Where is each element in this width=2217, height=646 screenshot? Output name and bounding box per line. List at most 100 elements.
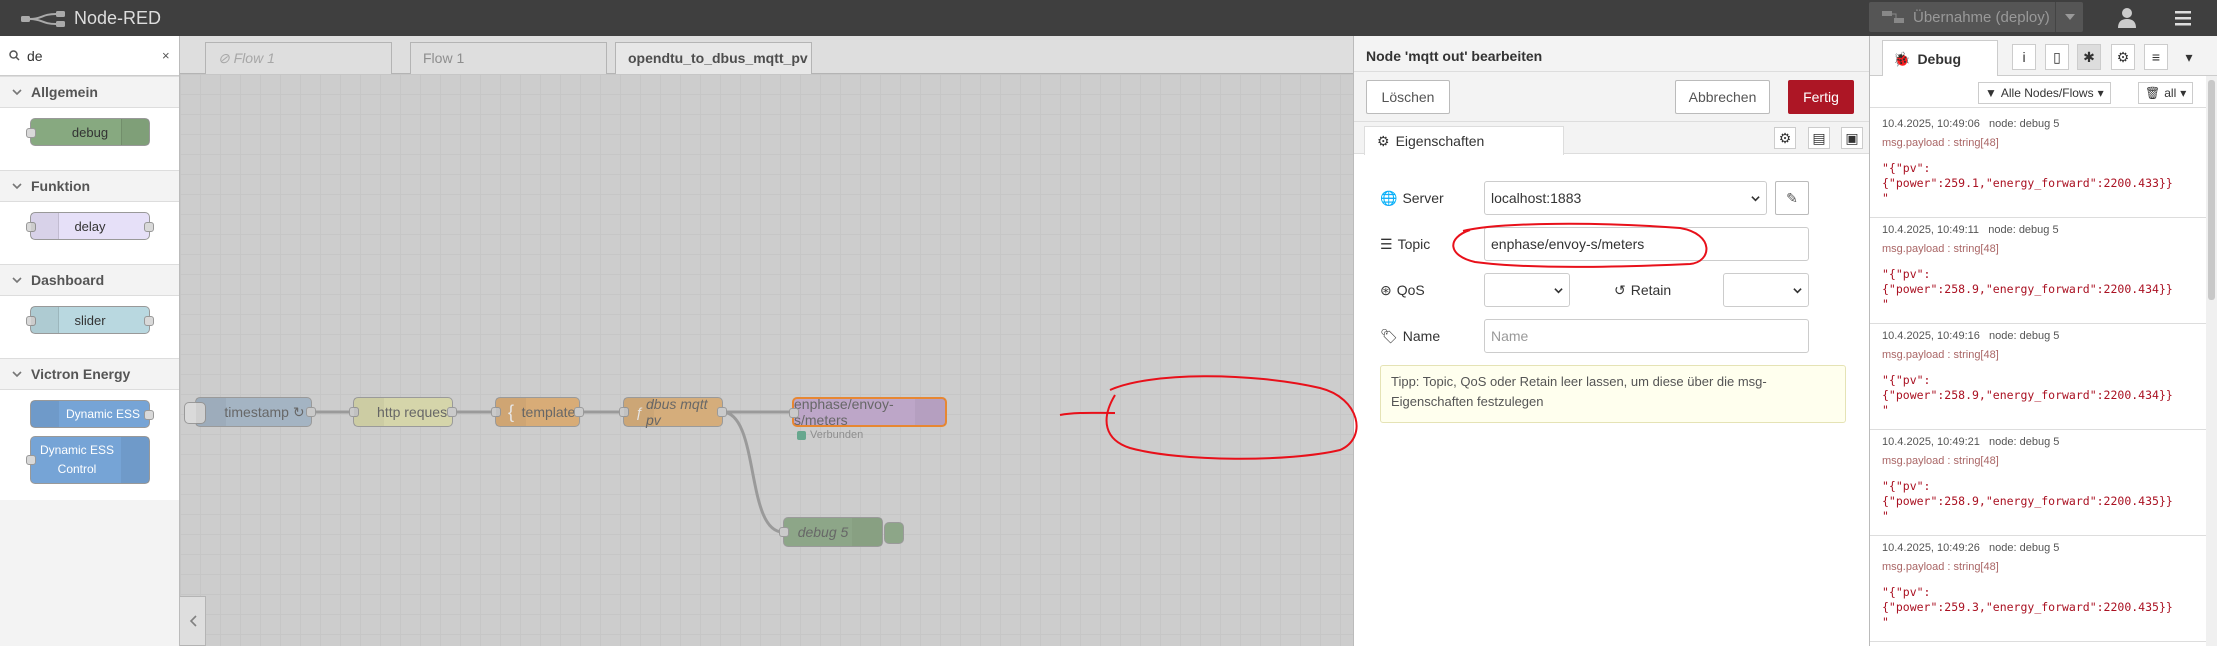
category-victron-energy[interactable]: Victron Energy (0, 358, 179, 390)
cancel-button[interactable]: Abbrechen (1675, 80, 1770, 114)
settings-tab-gear-icon[interactable]: ⚙ (1774, 127, 1796, 149)
delete-button[interactable]: Löschen (1366, 80, 1450, 114)
debug-message: 10.4.2025, 10:49:16 node: debug 5 msg.pay… (1870, 324, 2210, 430)
victron-icon (31, 401, 59, 427)
clear-label: all (2164, 86, 2177, 100)
deploy-label: Übernahme (deploy) (1913, 8, 2050, 26)
filter-button[interactable]: ▼ Alle Nodes/Flows ▾ (1978, 82, 2111, 104)
context-data-icon[interactable]: ≡ (2144, 44, 2168, 70)
caret-down-icon: ▾ (2097, 86, 2104, 100)
app-header: Node-RED Übernahme (deploy) (0, 0, 2217, 36)
message-payload[interactable]: "{"pv": {"power":258.9,"energy_forward":… (1882, 267, 2202, 312)
clear-messages-button[interactable]: 🗑 all ▾ (2138, 82, 2194, 104)
caret-down-icon (2064, 14, 2075, 20)
message-payload[interactable]: "{"pv": {"power":258.9,"energy_forward":… (1882, 373, 2202, 418)
edit-server-button[interactable]: ✎ (1775, 181, 1809, 215)
edit-overlay (180, 36, 1353, 646)
debug-bug-icon[interactable]: ✱ (2077, 44, 2101, 70)
palette-node-label: Dynamic ESS Control (39, 443, 115, 476)
main-menu-icon[interactable] (2168, 6, 2198, 30)
message-node[interactable]: node: debug 5 (1989, 330, 2059, 342)
palette-node-delay[interactable]: delay (26, 212, 154, 240)
topic-label: Topic (1397, 236, 1431, 252)
input-port (26, 455, 36, 465)
info-icon[interactable]: i (2012, 44, 2036, 70)
name-row: 🏷 Name (1380, 319, 1440, 353)
message-node[interactable]: node: debug 5 (1989, 436, 2059, 448)
server-label: Server (1402, 190, 1444, 206)
deploy-button[interactable]: Übernahme (deploy) (1869, 2, 2083, 32)
logo: Node-RED (20, 8, 161, 29)
scrollbar-thumb[interactable] (2208, 80, 2215, 300)
chevron-down-icon (12, 371, 22, 378)
tag-icon: 🏷 (1380, 327, 1398, 344)
tab-properties[interactable]: ⚙ Eigenschaften (1364, 126, 1564, 155)
name-input[interactable]: Name (1484, 319, 1809, 353)
output-port (144, 410, 154, 420)
message-meta: 10.4.2025, 10:49:06 node: debug 5 (1882, 118, 2202, 130)
message-node[interactable]: node: debug 5 (1989, 542, 2059, 554)
topic-input[interactable]: enphase/envoy-s/meters (1484, 227, 1809, 261)
message-topic: msg.payload : string[48] (1882, 455, 1999, 467)
message-payload[interactable]: "{"pv": {"power":258.9,"energy_forward":… (1882, 479, 2202, 524)
sidebar: 🐞 Debug i ▯ ✱ ⚙ ≡ ▾ ▼ Alle Nodes/Flows ▾ 🗑 a… (1869, 36, 2217, 646)
sidebar-scrollbar[interactable] (2206, 76, 2217, 646)
message-meta: 10.4.2025, 10:49:11 node: debug 5 (1882, 224, 2202, 236)
tasks-icon: ☰ (1380, 235, 1393, 252)
server-select[interactable]: localhost:1883 (1484, 181, 1767, 215)
bug-icon: 🐞 (1893, 50, 1911, 67)
node-palette: de × Allgemein debug Funktion delay Dash… (0, 36, 180, 646)
deploy-menu-button[interactable] (2055, 2, 2083, 32)
category-allgemein[interactable]: Allgemein (0, 76, 179, 108)
tray-title: Node 'mqtt out' bearbeiten (1354, 36, 1869, 72)
appearance-tab-icon[interactable]: ▣ (1841, 127, 1863, 149)
category-dashboard[interactable]: Dashboard (0, 264, 179, 296)
message-topic: msg.payload : string[48] (1882, 137, 1999, 149)
config-gear-icon[interactable]: ⚙ (2111, 44, 2135, 70)
qos-select[interactable] (1484, 273, 1570, 307)
message-time: 10.4.2025, 10:49:16 (1882, 330, 1980, 342)
name-label: Name (1402, 328, 1441, 344)
message-topic: msg.payload : string[48] (1882, 243, 1999, 255)
help-book-icon[interactable]: ▯ (2045, 44, 2069, 70)
message-meta: 10.4.2025, 10:49:16 node: debug 5 (1882, 330, 2202, 342)
topic-row: ☰ Topic (1380, 227, 1430, 261)
filter-icon: ▼ (1985, 86, 1997, 100)
filter-label: Alle Nodes/Flows (2000, 86, 2094, 100)
category-funktion[interactable]: Funktion (0, 170, 179, 202)
message-time: 10.4.2025, 10:49:11 (1882, 224, 1980, 236)
description-tab-doc-icon[interactable]: ▤ (1808, 127, 1830, 149)
palette-node-slider[interactable]: slider (26, 306, 154, 334)
clear-search-button[interactable]: × (162, 48, 170, 63)
palette-node-debug[interactable]: debug (26, 118, 150, 146)
caret-down-icon: ▾ (2180, 86, 2187, 100)
palette-search[interactable]: de × (0, 36, 179, 76)
globe-icon: 🌐 (1380, 189, 1398, 206)
message-time: 10.4.2025, 10:49:26 (1882, 542, 1980, 554)
chevron-down-icon (12, 89, 22, 96)
tab-label: Eigenschaften (1395, 133, 1485, 149)
retain-row: ↺ Retain (1614, 273, 1671, 307)
palette-search-input[interactable]: de (27, 48, 43, 64)
palette-node-dynamic-ess[interactable]: Dynamic ESS (30, 400, 154, 428)
gear-icon: ⚙ (1377, 132, 1390, 149)
message-node[interactable]: node: debug 5 (1989, 118, 2059, 130)
retain-select[interactable] (1723, 273, 1809, 307)
message-payload[interactable]: "{"pv": {"power":259.1,"energy_forward":… (1882, 161, 2202, 206)
tray-toolbar: Löschen Abbrechen Fertig (1354, 72, 1869, 122)
message-node[interactable]: node: debug 5 (1988, 224, 2058, 236)
message-meta: 10.4.2025, 10:49:21 node: debug 5 (1882, 436, 2202, 448)
qos-label: QoS (1396, 282, 1425, 298)
tab-debug[interactable]: 🐞 Debug (1882, 40, 1998, 77)
debug-message: 10.4.2025, 10:49:26 node: debug 5 msg.pay… (1870, 536, 2210, 642)
qos-row: ⊛ QoS (1380, 273, 1425, 307)
sidebar-menu-caret-icon[interactable]: ▾ (2177, 44, 2201, 70)
palette-node-label: Dynamic ESS (66, 407, 141, 421)
palette-node-dynamic-ess-control[interactable]: Dynamic ESS Control (26, 436, 150, 484)
user-icon[interactable] (2112, 6, 2142, 30)
edit-tray: Node 'mqtt out' bearbeiten Löschen Abbre… (1353, 36, 1869, 646)
category-label: Funktion (31, 178, 91, 194)
done-button[interactable]: Fertig (1788, 80, 1854, 114)
message-payload[interactable]: "{"pv": {"power":259.3,"energy_forward":… (1882, 585, 2202, 630)
victron-icon (121, 437, 149, 483)
